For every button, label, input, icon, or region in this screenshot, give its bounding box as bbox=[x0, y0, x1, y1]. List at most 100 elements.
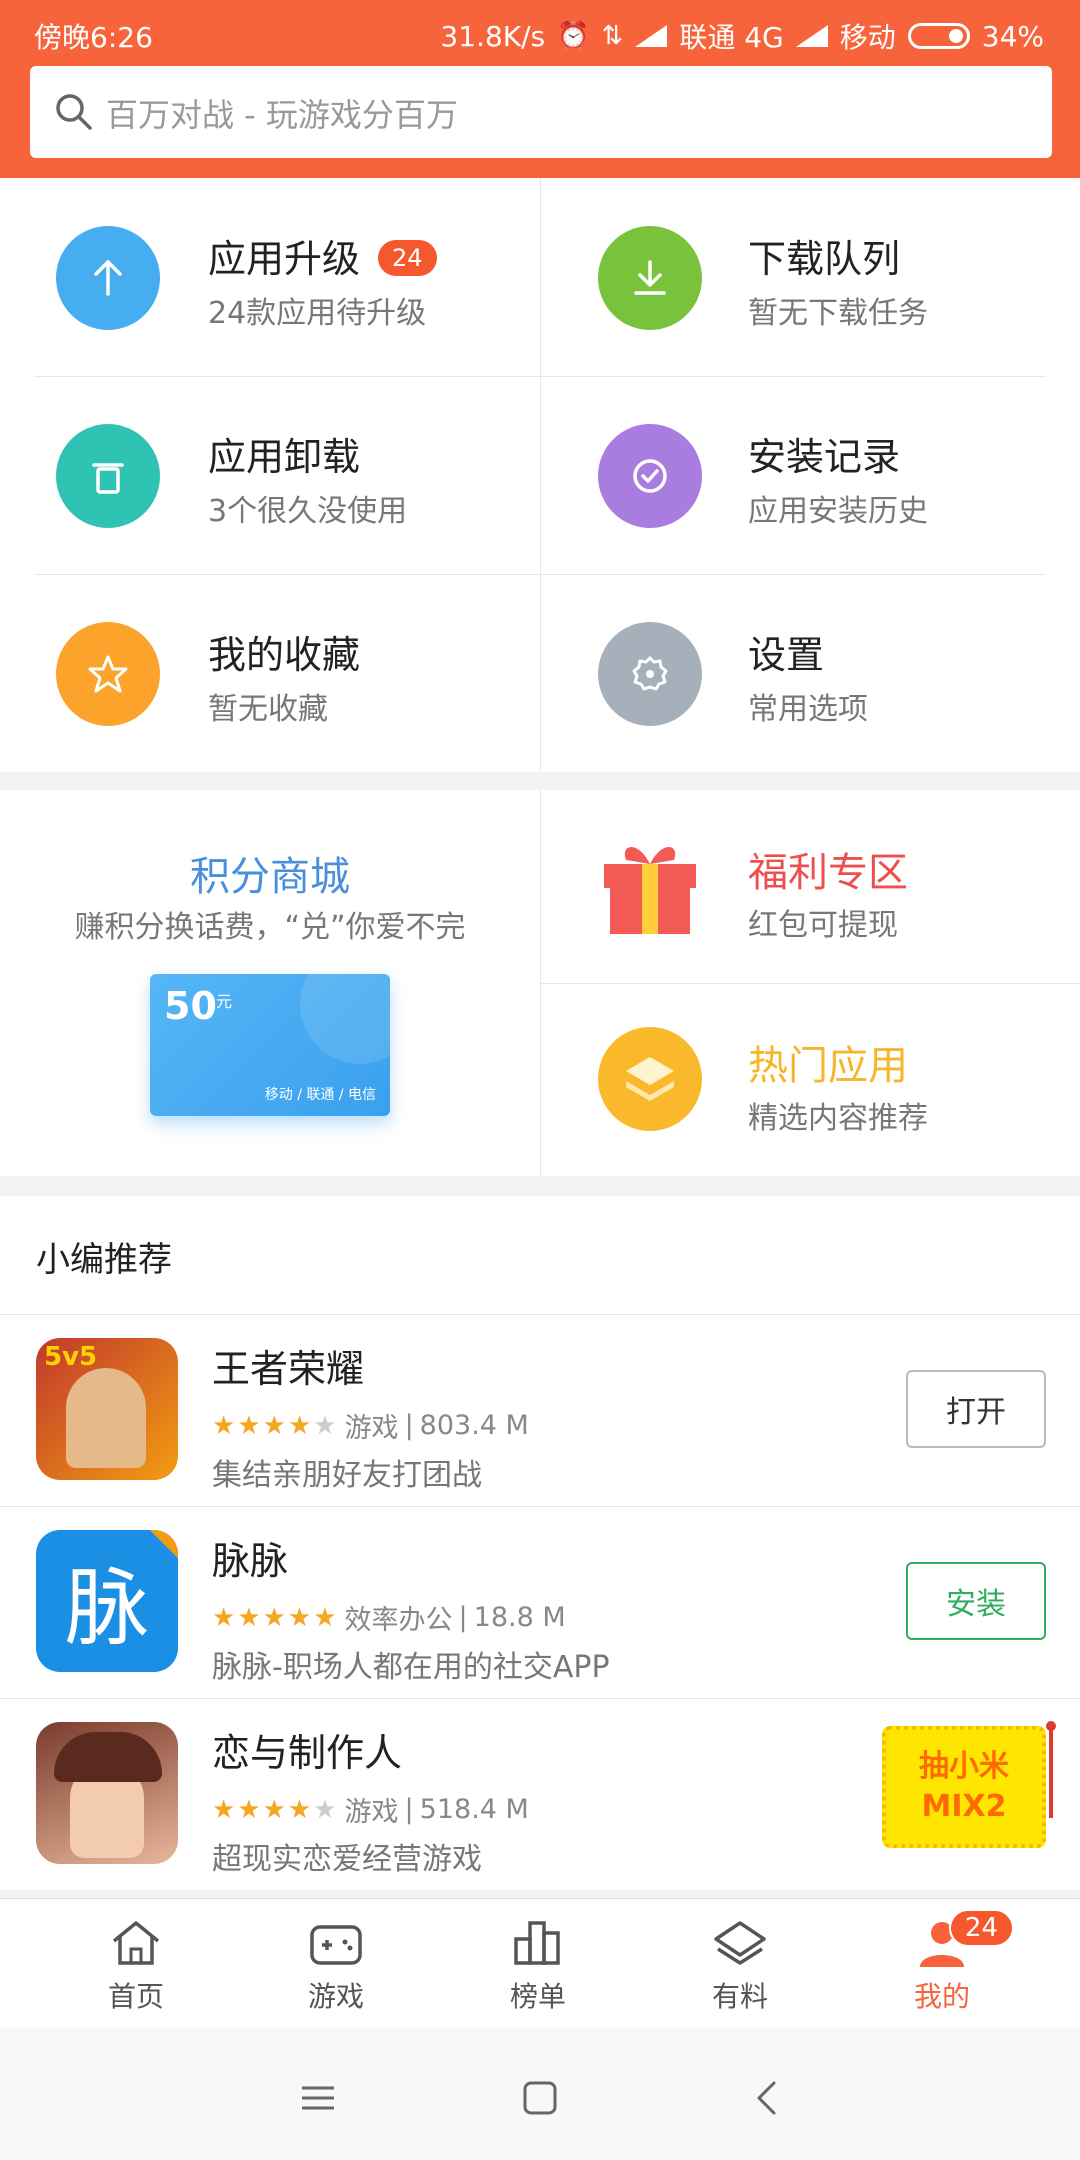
signal-icon bbox=[795, 25, 828, 47]
app-category: 效率办公 bbox=[344, 1605, 453, 1636]
app-icon-label: 脉 bbox=[64, 1558, 149, 1657]
app-size: 18.8 M bbox=[473, 1602, 566, 1633]
home-icon bbox=[112, 1921, 160, 1965]
menu-icon bbox=[302, 2086, 334, 2110]
menu-button[interactable] bbox=[288, 2068, 348, 2128]
tool-subtitle: 常用选项 bbox=[748, 692, 868, 727]
gamepad-icon bbox=[310, 1925, 362, 1965]
hero-face bbox=[66, 1368, 146, 1468]
tool-subtitle: 暂无下载任务 bbox=[748, 296, 928, 331]
tab-discover[interactable]: 有料 bbox=[660, 1917, 820, 2015]
rating-stars: ★★★★★ bbox=[212, 1794, 339, 1825]
back-icon bbox=[757, 2081, 776, 2115]
welfare-title: 福利专区 bbox=[748, 850, 908, 896]
signal-icon bbox=[635, 25, 668, 47]
app-row-maimai[interactable]: 脉 脉脉 ★★★★★ 效率办公 | 18.8 M 脉脉-职场人都在用的社交APP… bbox=[0, 1506, 1080, 1698]
open-button[interactable]: 打开 bbox=[906, 1370, 1046, 1448]
character-hair bbox=[54, 1732, 162, 1782]
chart-icon bbox=[514, 1921, 560, 1965]
check-circle-icon bbox=[598, 424, 702, 528]
rating-stars: ★★★★★ bbox=[212, 1602, 339, 1633]
tab-home[interactable]: 首页 bbox=[56, 1917, 216, 2015]
rating-stars: ★★★★★ bbox=[212, 1410, 339, 1441]
tool-title: 我的收藏 bbox=[208, 633, 361, 677]
lottery-banner[interactable]: 抽小米 MIX2 bbox=[882, 1726, 1046, 1848]
app-meta: ★★★★★ 游戏 | 803.4 M bbox=[212, 1406, 529, 1445]
tool-app-upgrade[interactable]: 应用升级 24 24款应用待升级 bbox=[0, 178, 540, 376]
bottom-tab-bar: 首页 游戏 榜单 有料 我的 24 bbox=[0, 1898, 1080, 2028]
app-icon-label: 5v5 bbox=[44, 1342, 98, 1372]
status-bar: 傍晚6:26 31.8K/s ⏰ ⇅ 联通 4G 移动 34% bbox=[0, 0, 1080, 66]
battery-level: 34% bbox=[981, 19, 1044, 53]
app-description: 集结亲朋好友打团战 bbox=[212, 1458, 482, 1493]
network-speed: 31.8K/s bbox=[440, 19, 546, 53]
tool-title: 下载队列 bbox=[748, 237, 901, 281]
tool-uninstall[interactable]: 应用卸载 3个很久没使用 bbox=[0, 376, 540, 574]
download-icon bbox=[598, 226, 702, 330]
lottery-lever-icon bbox=[1046, 1721, 1056, 1818]
app-category: 游戏 bbox=[344, 1413, 399, 1444]
promo-section: 积分商城 赚积分换话费，“兑”你爱不完 50 元 移动 / 联通 / 电信 福利… bbox=[0, 790, 1080, 1176]
status-time: 傍晚6:26 bbox=[34, 21, 153, 54]
tab-label: 首页 bbox=[107, 1980, 164, 2013]
card-amount: 50 bbox=[164, 984, 217, 1028]
tab-label: 游戏 bbox=[307, 1980, 364, 2013]
tool-subtitle: 应用安装历史 bbox=[748, 494, 928, 529]
tool-download-queue[interactable]: 下载队列 暂无下载任务 bbox=[540, 178, 1080, 376]
tool-subtitle: 3个很久没使用 bbox=[208, 494, 408, 529]
tool-title: 应用卸载 bbox=[208, 435, 361, 479]
app-row-love-and-producer[interactable]: 恋与制作人 ★★★★★ 游戏 | 518.4 M 超现实恋爱经营游戏 抽小米 MI… bbox=[0, 1698, 1080, 1890]
welfare-zone[interactable]: 福利专区 红包可提现 bbox=[540, 790, 1080, 982]
gift-icon bbox=[604, 847, 696, 934]
search-input[interactable]: 百万对战 - 玩游戏分百万 bbox=[106, 90, 458, 136]
points-mall-title: 积分商城 bbox=[190, 854, 350, 900]
app-meta: ★★★★★ 游戏 | 518.4 M bbox=[212, 1790, 529, 1829]
tab-label: 有料 bbox=[711, 1980, 768, 2013]
search-icon bbox=[56, 94, 92, 130]
alarm-icon: ⏰ bbox=[557, 21, 590, 51]
home-button[interactable] bbox=[510, 2068, 570, 2128]
tool-subtitle: 暂无收藏 bbox=[208, 692, 328, 727]
tool-subtitle: 24款应用待升级 bbox=[208, 296, 427, 331]
layers-icon bbox=[598, 1027, 702, 1131]
tab-rankings[interactable]: 榜单 bbox=[458, 1917, 618, 2015]
separator: | bbox=[404, 1794, 414, 1825]
app-icon bbox=[36, 1722, 178, 1864]
phone-credit-card: 50 元 移动 / 联通 / 电信 bbox=[150, 974, 390, 1116]
corner-ribbon bbox=[149, 1530, 178, 1559]
notification-badge: 24 bbox=[948, 1909, 1014, 1947]
separator: | bbox=[458, 1602, 468, 1633]
square-icon bbox=[523, 2081, 557, 2115]
card-unit: 元 bbox=[216, 992, 233, 1011]
card-decoration bbox=[300, 974, 390, 1064]
tool-title-text: 应用升级 bbox=[208, 237, 361, 281]
tab-games[interactable]: 游戏 bbox=[256, 1917, 416, 2015]
tab-me[interactable]: 我的 24 bbox=[862, 1909, 1022, 2015]
tool-title: 安装记录 bbox=[748, 435, 901, 479]
app-icon: 脉 bbox=[36, 1530, 178, 1672]
hot-apps[interactable]: 热门应用 精选内容推荐 bbox=[540, 983, 1080, 1175]
gear-icon bbox=[598, 622, 702, 726]
app-row-honor-of-kings[interactable]: 5v5 王者荣耀 ★★★★★ 游戏 | 803.4 M 集结亲朋好友打团战 打开 bbox=[0, 1314, 1080, 1506]
back-button[interactable] bbox=[736, 2068, 796, 2128]
tools-grid: 应用升级 24 24款应用待升级 下载队列 暂无下载任务 应用卸载 3个很久没使用… bbox=[0, 178, 1080, 772]
install-button[interactable]: 安装 bbox=[906, 1562, 1046, 1640]
search-bar[interactable]: 百万对战 - 玩游戏分百万 bbox=[30, 66, 1052, 158]
tool-settings[interactable]: 设置 常用选项 bbox=[540, 574, 1080, 772]
lottery-line2: MIX2 bbox=[921, 1789, 1007, 1824]
tool-favorites[interactable]: 我的收藏 暂无收藏 bbox=[0, 574, 540, 772]
star-icon bbox=[56, 622, 160, 726]
upload-icon bbox=[56, 226, 160, 330]
points-mall[interactable]: 积分商城 赚积分换话费，“兑”你爱不完 50 元 移动 / 联通 / 电信 bbox=[0, 790, 540, 1176]
tool-install-history[interactable]: 安装记录 应用安装历史 bbox=[540, 376, 1080, 574]
layers-icon bbox=[714, 1921, 766, 1965]
separator: | bbox=[404, 1410, 414, 1441]
points-mall-subtitle: 赚积分换话费，“兑”你爱不完 bbox=[74, 910, 466, 945]
app-size: 803.4 M bbox=[419, 1410, 529, 1441]
app-icon: 5v5 bbox=[36, 1338, 178, 1480]
app-description: 脉脉-职场人都在用的社交APP bbox=[212, 1650, 610, 1685]
app-category: 游戏 bbox=[344, 1797, 399, 1828]
editor-picks: 小编推荐 5v5 王者荣耀 ★★★★★ 游戏 | 803.4 M 集结亲朋好友打… bbox=[0, 1196, 1080, 1890]
app-meta: ★★★★★ 效率办公 | 18.8 M bbox=[212, 1598, 566, 1637]
app-name: 恋与制作人 bbox=[212, 1731, 403, 1775]
